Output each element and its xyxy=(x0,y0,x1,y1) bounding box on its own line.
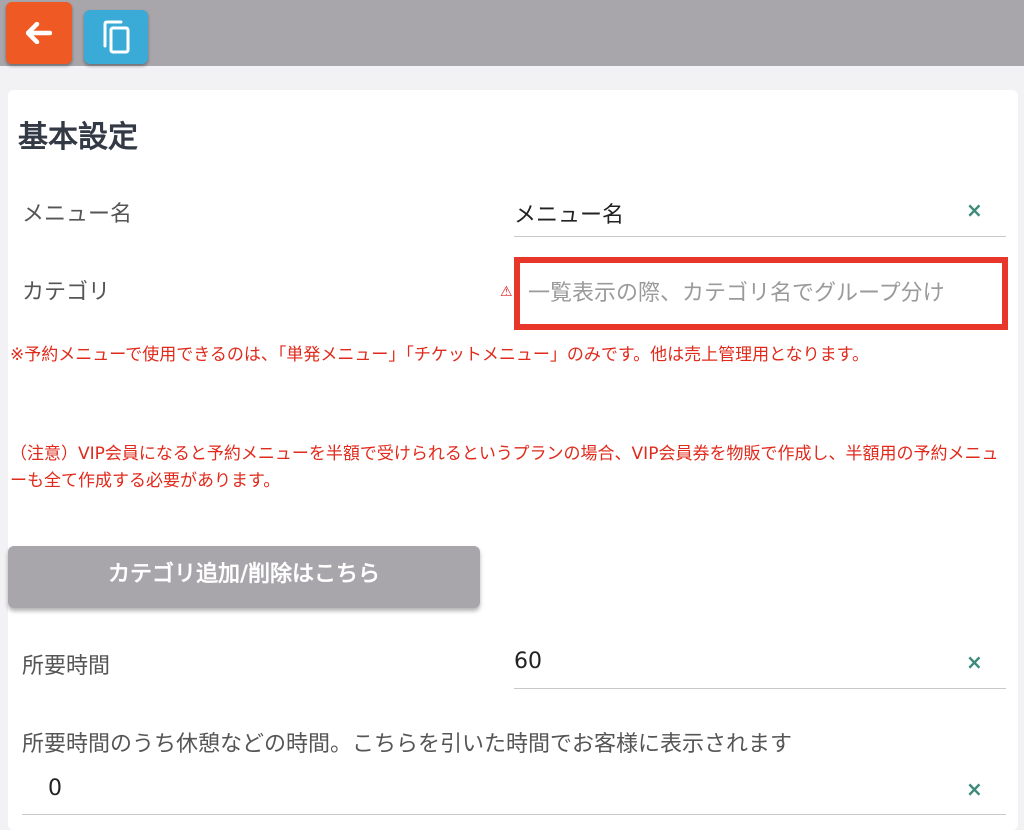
break-time-underline xyxy=(22,814,1006,815)
copy-button[interactable] xyxy=(84,10,148,64)
menu-name-clear-icon[interactable]: × xyxy=(966,198,983,222)
category-label: カテゴリ xyxy=(22,280,111,305)
duration-input[interactable]: 60 xyxy=(514,649,542,674)
category-manage-button[interactable]: カテゴリ追加/削除はこちら xyxy=(8,546,480,608)
caution-notice: （注意）VIP会員になると予約メニューを半額で受けられるというプランの場合、VI… xyxy=(10,444,999,491)
menu-name-label: メニュー名 xyxy=(22,202,133,227)
arrow-left-icon xyxy=(26,22,52,44)
duration-underline xyxy=(514,688,1006,689)
top-toolbar xyxy=(0,0,1024,66)
break-time-input[interactable]: 0 xyxy=(48,776,62,801)
menu-name-underline xyxy=(514,236,1006,237)
copy-icon xyxy=(103,20,130,54)
category-field[interactable] xyxy=(514,257,1008,330)
category-input[interactable] xyxy=(520,263,1002,324)
break-time-clear-icon[interactable]: × xyxy=(966,777,983,801)
duration-label: 所要時間 xyxy=(22,654,111,679)
menu-name-input[interactable]: メニュー名 xyxy=(514,197,624,229)
reservation-notice: ※予約メニューで使用できるのは、「単発メニュー」「チケットメニュー」のみです。他… xyxy=(10,345,869,365)
section-title: 基本設定 xyxy=(18,120,138,155)
duration-clear-icon[interactable]: × xyxy=(966,650,983,674)
warning-icon: ⚠ xyxy=(500,284,513,300)
back-button[interactable] xyxy=(6,2,72,64)
break-time-label: 所要時間のうち休憩などの時間。こちらを引いた時間でお客様に表示されます xyxy=(22,732,793,757)
